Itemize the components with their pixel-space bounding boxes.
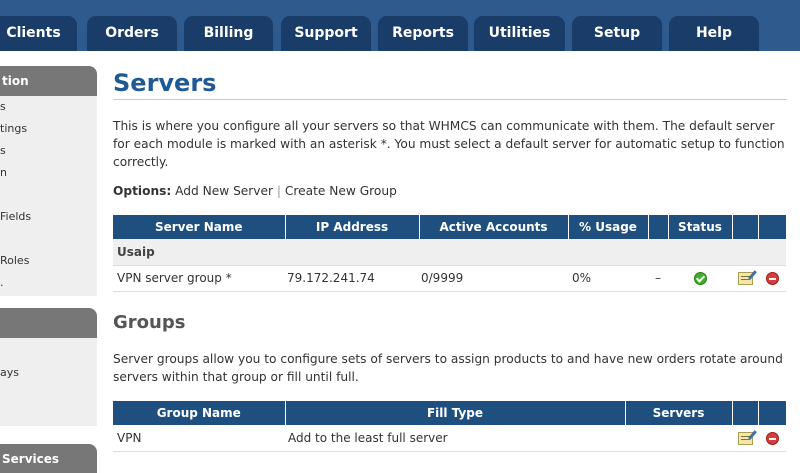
column-header-status[interactable]: Status [668,215,733,239]
edit-cell [732,265,758,292]
group-fill-type: Add to the least full server [285,425,625,452]
sidebar-header-services: Services [0,444,97,473]
column-header-delete [758,401,786,425]
check-circle-icon [693,272,707,285]
server-active-accounts: 0/9999 [419,265,568,292]
sidebar-header-2 [0,308,97,338]
create-new-group-link[interactable]: Create New Group [285,184,397,198]
edit-cell [732,425,758,452]
table-row: VPN server group * 79.172.241.74 0/9999 … [113,265,786,292]
column-header-usage[interactable]: % Usage [568,215,649,239]
sidebar-item[interactable]: s [0,144,6,157]
server-usage: 0% [568,265,648,292]
server-name: VPN server group * [113,265,285,292]
delete-cell [758,425,786,452]
tab-setup[interactable]: Setup [572,16,662,51]
servers-table-header: Server Name IP Address Active Accounts %… [113,215,786,239]
table-row: VPN Add to the least full server [113,425,786,452]
tab-reports[interactable]: Reports [378,16,468,51]
groups-table-header: Group Name Fill Type Servers [113,401,786,425]
tab-help[interactable]: Help [669,16,759,51]
tab-utilities[interactable]: Utilities [474,16,565,51]
group-servers [625,425,732,452]
column-header-edit [732,401,759,425]
options-label: Options: [113,184,172,198]
sidebar-item[interactable]: Fields [0,210,31,223]
sidebar-item[interactable]: ays [0,366,19,379]
title-divider [113,99,787,100]
page-description: This is where you configure all your ser… [113,119,785,169]
server-group-name: Usaip [113,239,786,266]
sidebar-panel-2: ays [0,338,97,426]
sidebar-item[interactable]: s [0,100,6,113]
edit-icon[interactable] [737,431,753,445]
edit-icon[interactable] [737,272,753,285]
sidebar-item[interactable]: tings [0,122,27,135]
sidebar-item[interactable]: n [0,166,7,179]
groups-title: Groups [113,312,186,333]
top-navigation: Clients Orders Billing Support Reports U… [0,0,800,51]
sidebar-panel-configuration: s tings s n Fields Roles . [0,96,97,296]
column-header-server-name[interactable]: Server Name [113,215,286,239]
groups-table: Group Name Fill Type Servers VPN Add to … [113,401,786,452]
tab-support[interactable]: Support [281,16,371,51]
options-separator: | [276,184,282,198]
tab-orders[interactable]: Orders [87,16,177,51]
delete-icon[interactable] [765,272,779,285]
sidebar-item[interactable]: Roles [0,254,29,267]
server-status [668,265,732,292]
groups-description: Server groups allow you to configure set… [113,352,783,384]
sidebar: tion s tings s n Fields Roles . ays Serv… [0,51,97,473]
server-ip: 79.172.241.74 [285,265,419,292]
column-header-group-name[interactable]: Group Name [113,401,286,425]
tab-billing[interactable]: Billing [184,16,273,51]
delete-icon[interactable] [765,431,779,445]
column-header-active-accounts[interactable]: Active Accounts [419,215,569,239]
add-new-server-link[interactable]: Add New Server [175,184,273,198]
server-dash: – [648,265,668,292]
tab-clients[interactable]: Clients [0,16,77,51]
server-group-row: Usaip [113,239,786,266]
page-title: Servers [113,69,217,97]
column-header-servers[interactable]: Servers [625,401,733,425]
servers-table: Server Name IP Address Active Accounts %… [113,215,786,292]
sidebar-item[interactable]: . [0,276,4,289]
group-name: VPN [113,425,285,452]
sidebar-header-configuration: tion [0,66,97,96]
column-header-ip-address[interactable]: IP Address [285,215,420,239]
column-header-delete [758,215,786,239]
delete-cell [758,265,786,292]
column-header-fill-type[interactable]: Fill Type [285,401,626,425]
column-header-edit [732,215,759,239]
column-header-blank [648,215,669,239]
options-bar: Options: Add New Server | Create New Gro… [113,184,397,198]
